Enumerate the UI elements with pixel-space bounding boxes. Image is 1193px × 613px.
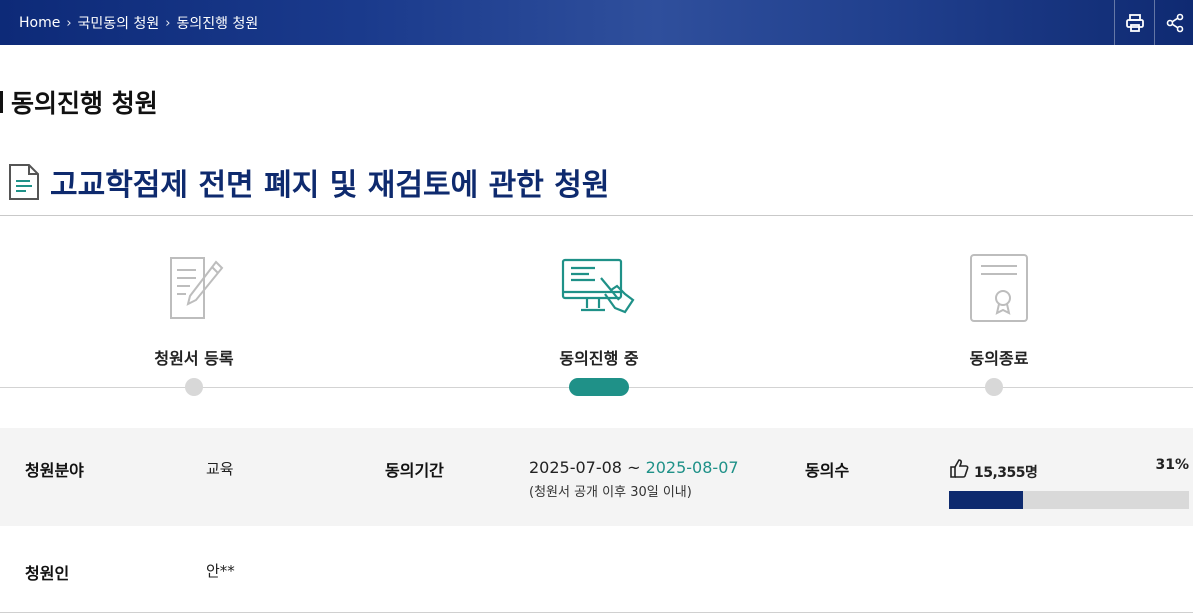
- certificate-icon: [970, 254, 1028, 322]
- divider: [0, 215, 1193, 216]
- chevron-right-icon: ›: [165, 15, 171, 31]
- percent-label: 31%: [1155, 457, 1189, 473]
- step-dot: [985, 378, 1003, 396]
- step-label: 청원서 등록: [154, 349, 234, 368]
- chevron-right-icon: ›: [66, 15, 72, 31]
- info-row: 청원분야 교육 동의기간 2025-07-08 ~ 2025-08-07 (청원…: [0, 428, 1193, 526]
- breadcrumb-level1[interactable]: 국민동의 청원: [78, 13, 160, 33]
- count-value: 15,355명: [974, 465, 1038, 481]
- progress-fill: [949, 491, 1024, 509]
- field-label: 청원분야: [25, 461, 84, 480]
- petitioner-value: 안**: [206, 562, 235, 580]
- step-dot: [185, 378, 203, 396]
- field-value: 교육: [206, 460, 234, 478]
- step-label: 동의종료: [969, 349, 1029, 368]
- petition-title-text: 고교학점제 전면 폐지 및 재검토에 관한 청원: [50, 168, 610, 203]
- period-label: 동의기간: [385, 461, 444, 480]
- document-icon: [9, 164, 39, 200]
- top-banner: Home › 국민동의 청원 › 동의진행 청원: [0, 0, 1193, 45]
- step-label: 동의진행 중: [559, 349, 639, 368]
- count-label: 동의수: [805, 461, 850, 480]
- agreement-progress-bar: [949, 491, 1189, 509]
- page-title-text: 동의진행 청원: [11, 89, 158, 118]
- petition-title: 고교학점제 전면 폐지 및 재검토에 관한 청원: [8, 160, 609, 204]
- period-value: 2025-07-08 ~ 2025-08-07: [529, 458, 739, 477]
- period-start: 2025-07-08 ~: [529, 458, 646, 477]
- breadcrumb-level2[interactable]: 동의진행 청원: [176, 13, 258, 33]
- breadcrumb-home[interactable]: Home: [19, 15, 60, 31]
- page-title: 동의진행 청원: [0, 84, 158, 120]
- document-pen-icon: [170, 257, 224, 319]
- monitor-hand-icon: [561, 258, 635, 314]
- period-end: 2025-08-07: [645, 458, 739, 477]
- petitioner-label: 청원인: [25, 564, 70, 583]
- share-icon: [1166, 13, 1183, 32]
- breadcrumb: Home › 국민동의 청원 › 동의진행 청원: [19, 13, 258, 33]
- share-button[interactable]: [1154, 0, 1193, 45]
- step-dot-active: [569, 378, 629, 396]
- thumbs-up-icon: [950, 459, 969, 478]
- title-bar-marker: [0, 91, 3, 113]
- period-note: (청원서 공개 이후 30일 이내): [529, 485, 692, 500]
- print-button[interactable]: [1114, 0, 1154, 45]
- print-icon: [1125, 13, 1144, 32]
